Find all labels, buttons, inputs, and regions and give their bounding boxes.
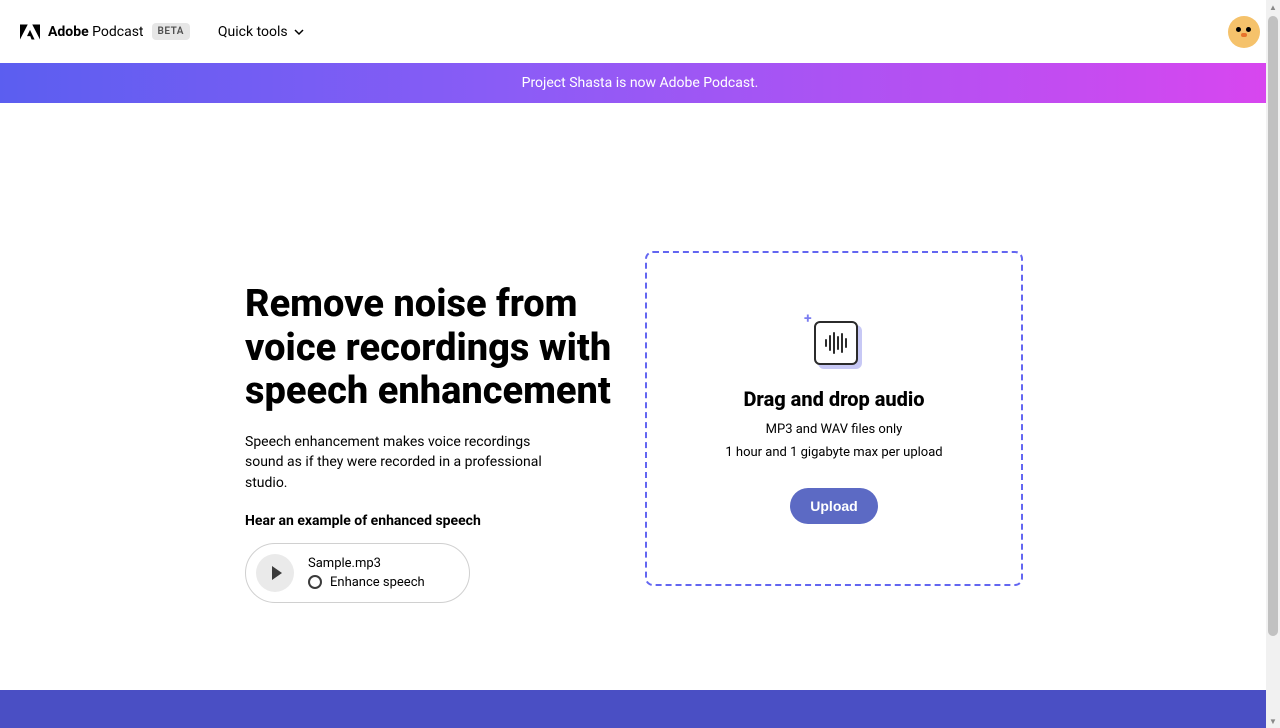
adobe-logo-icon: [20, 22, 40, 42]
quick-tools-menu[interactable]: Quick tools: [218, 24, 304, 40]
footer-bar: [0, 690, 1266, 728]
vertical-scrollbar[interactable]: ▲ ▼: [1266, 0, 1280, 728]
header-left: Adobe Podcast BETA Quick tools: [20, 22, 304, 42]
announcement-banner: Project Shasta is now Adobe Podcast.: [0, 63, 1280, 103]
enhance-toggle-row: Enhance speech: [308, 575, 425, 590]
audio-dropzone[interactable]: + Drag and drop audio MP3 and WAV files …: [645, 251, 1023, 586]
dropzone-line2: 1 hour and 1 gigabyte max per upload: [725, 444, 942, 462]
banner-text: Project Shasta is now Adobe Podcast.: [522, 75, 759, 91]
dropzone-title: Drag and drop audio: [743, 387, 924, 411]
play-button[interactable]: [256, 554, 294, 592]
dropzone-line1: MP3 and WAV files only: [766, 421, 903, 439]
brand-text: Adobe Podcast: [48, 24, 144, 40]
upload-column: + Drag and drop audio MP3 and WAV files …: [645, 251, 1023, 586]
sample-info: Sample.mp3 Enhance speech: [308, 556, 425, 590]
sample-player-card: Sample.mp3 Enhance speech: [245, 543, 470, 603]
play-icon: [272, 566, 282, 580]
quick-tools-label: Quick tools: [218, 24, 288, 40]
main-content: Remove noise from voice recordings with …: [0, 103, 1280, 690]
scroll-up-icon: ▲: [1269, 3, 1277, 11]
chevron-down-icon: [294, 27, 304, 37]
page-subtext: Speech enhancement makes voice recording…: [245, 432, 555, 493]
sample-filename: Sample.mp3: [308, 556, 425, 571]
enhance-label: Enhance speech: [330, 575, 425, 590]
scroll-thumb[interactable]: [1268, 16, 1278, 636]
enhance-toggle[interactable]: [308, 575, 322, 589]
example-label: Hear an example of enhanced speech: [245, 513, 665, 529]
upload-button[interactable]: Upload: [790, 488, 877, 524]
audio-file-icon: +: [806, 313, 862, 369]
app-header: Adobe Podcast BETA Quick tools: [0, 0, 1280, 63]
page-headline: Remove noise from voice recordings with …: [245, 283, 665, 414]
scroll-down-icon: ▼: [1269, 717, 1277, 725]
avatar-face-icon: [1228, 16, 1260, 48]
user-avatar[interactable]: [1228, 16, 1260, 48]
brand[interactable]: Adobe Podcast BETA: [20, 22, 190, 42]
hero-column: Remove noise from voice recordings with …: [245, 283, 665, 690]
brand-light: Podcast: [92, 24, 143, 40]
beta-badge: BETA: [152, 23, 190, 40]
brand-bold: Adobe: [48, 24, 89, 40]
